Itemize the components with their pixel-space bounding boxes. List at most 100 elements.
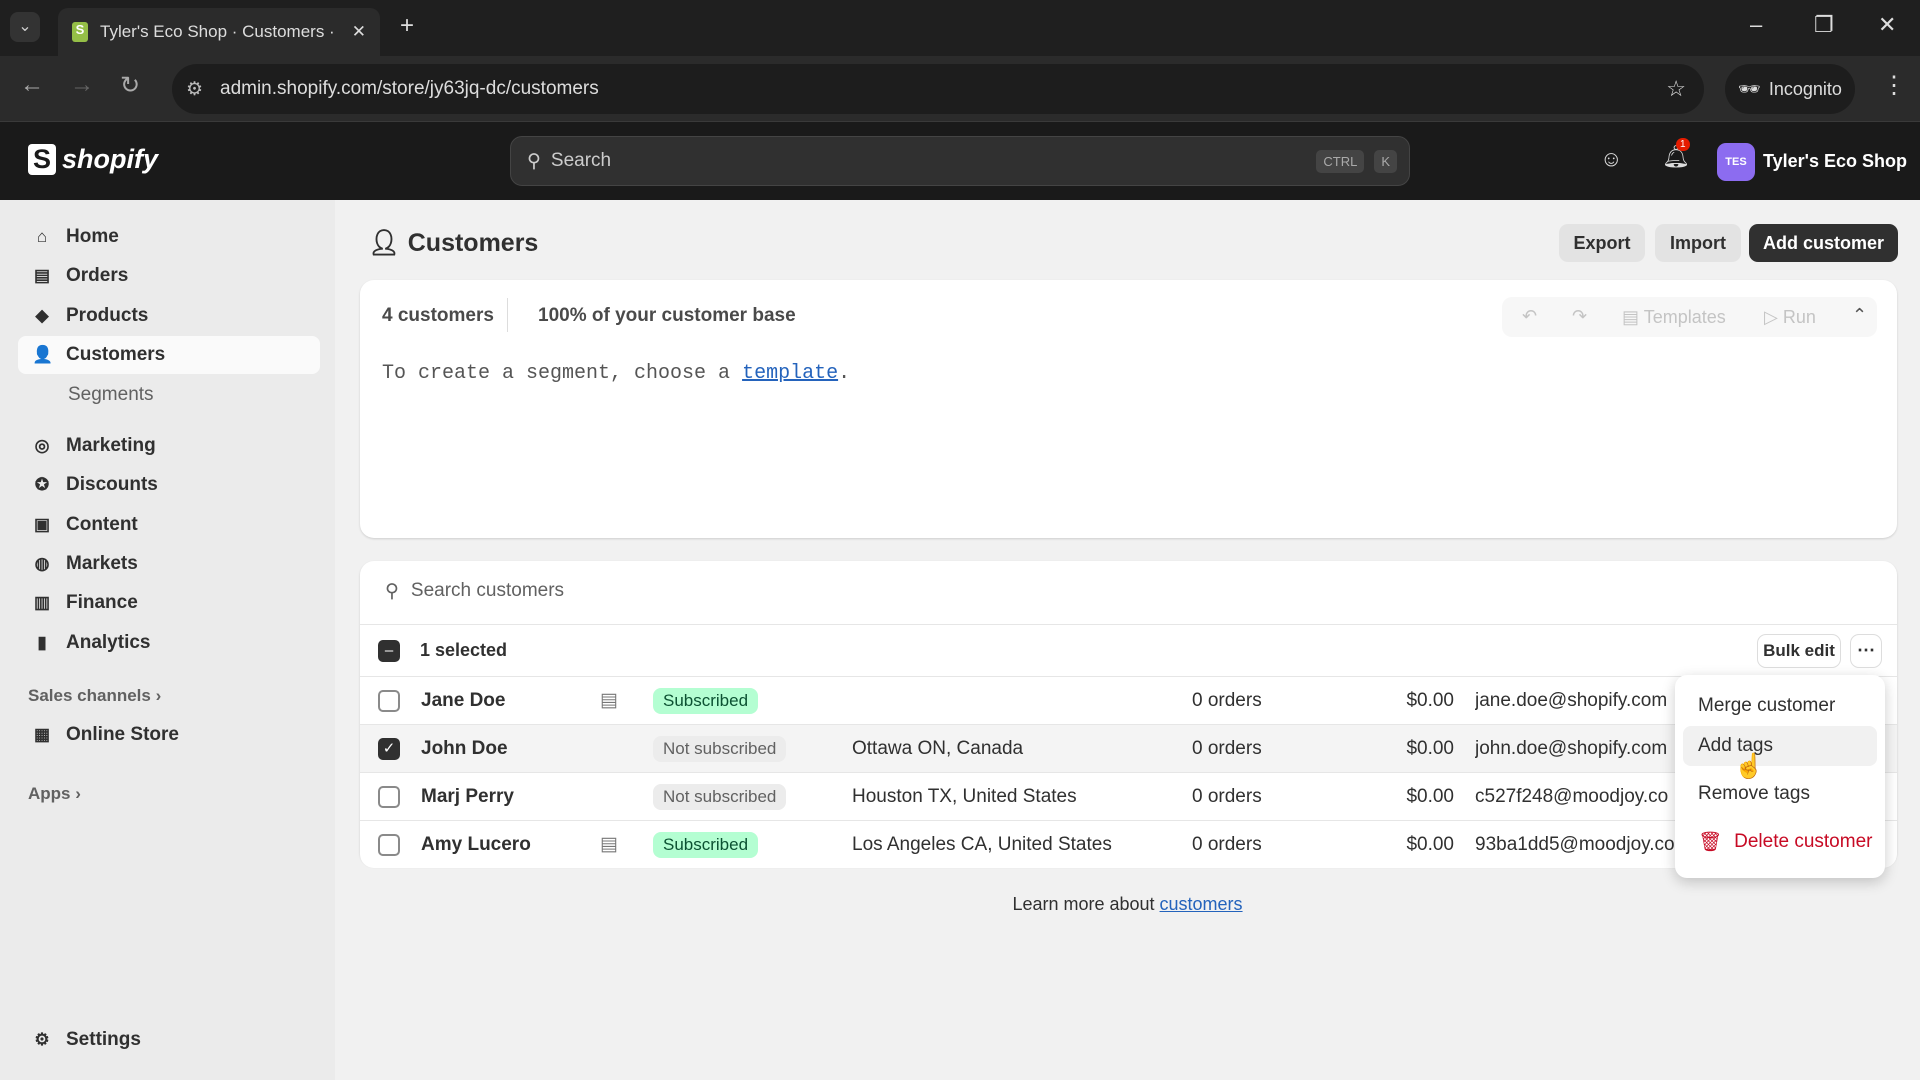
email: 93ba1dd5@moodjoy.co [1475, 834, 1677, 856]
menu-item-add-tags[interactable]: Add tags [1683, 726, 1877, 766]
store-avatar[interactable]: TES [1717, 143, 1755, 181]
label: Markets [66, 553, 138, 575]
more-actions-menu: Merge customer Add tags Remove tags 🗑︎De… [1675, 675, 1885, 878]
table-row[interactable]: ✓ John Doe Not subscribed Ottawa ON, Can… [360, 724, 1897, 772]
subscription-badge: Subscribed [653, 688, 758, 714]
url-field[interactable]: ⚙admin.shopify.com/store/jy63jq-dc/custo… [172, 64, 1704, 114]
restore-button[interactable]: ❐ [1814, 12, 1834, 38]
search-customers-input[interactable]: ⚲Search customers [385, 580, 564, 603]
email: jane.doe@shopify.com [1475, 690, 1677, 712]
segment-toolbar: ↶ ↷ ▤ Templates ▷ Run ⌃ [1502, 297, 1877, 337]
minimize-button[interactable]: – [1750, 12, 1762, 38]
learn-more-text: Learn more about [1012, 894, 1159, 914]
row-checkbox[interactable] [378, 786, 400, 808]
hint-end: . [838, 362, 850, 385]
label: Content [66, 514, 138, 536]
sidebar-item-content[interactable]: ▣Content [18, 506, 320, 544]
sidebar-item-online-store[interactable]: ▦ Online Store [18, 716, 320, 754]
close-tab-icon[interactable]: ✕ [352, 22, 366, 42]
browser-tab[interactable]: S Tyler's Eco Shop · Customers · S ✕ [58, 8, 380, 56]
sidebar-item-segments[interactable]: Segments [18, 376, 320, 414]
sidebar-item-analytics[interactable]: ▮Analytics [18, 624, 320, 662]
global-search-input[interactable]: ⚲SearchCTRLK [510, 136, 1410, 186]
menu-item-merge-customer[interactable]: Merge customer [1683, 686, 1877, 726]
order-count: 0 orders [1192, 786, 1262, 808]
sidebar-item-discounts[interactable]: ✪Discounts [18, 466, 320, 504]
sidebar-item-orders[interactable]: ▤Orders [18, 257, 320, 295]
add-customer-button[interactable]: Add customer [1749, 224, 1898, 262]
store-name[interactable]: Tyler's Eco Shop [1763, 151, 1907, 172]
redo-icon[interactable]: ↷ [1572, 306, 1587, 327]
email: c527f248@moodjoy.co [1475, 786, 1677, 808]
location: Houston TX, United States [852, 786, 1077, 808]
undo-icon[interactable]: ↶ [1522, 306, 1537, 327]
select-all-checkbox[interactable]: – [378, 640, 400, 662]
back-icon[interactable]: ← [20, 71, 44, 99]
sidebar-item-home[interactable]: ⌂ Home [18, 218, 320, 256]
row-checkbox[interactable]: ✓ [378, 738, 400, 760]
export-button[interactable]: Export [1559, 224, 1645, 262]
label: Apps [28, 784, 71, 803]
tab-list-button[interactable]: ⌄ [10, 12, 40, 42]
shopify-logo[interactable]: Sshopify [28, 144, 158, 175]
segment-query-editor[interactable]: To create a segment, choose a template. [382, 362, 850, 385]
close-window-button[interactable]: ✕ [1878, 12, 1896, 38]
reload-icon[interactable]: ↻ [120, 71, 140, 100]
subscription-badge: Subscribed [653, 832, 758, 858]
browser-menu-icon[interactable]: ⋮ [1882, 71, 1906, 100]
title-text: Customers [408, 229, 539, 258]
apps-heading[interactable]: Apps › [28, 784, 81, 804]
subscription-badge: Not subscribed [653, 784, 786, 810]
sidekick-icon[interactable]: ☺ [1600, 146, 1622, 172]
label: Sales channels [28, 686, 151, 705]
forward-icon[interactable]: → [70, 71, 94, 99]
table-row[interactable]: Marj Perry Not subscribed Houston TX, Un… [360, 772, 1897, 820]
sidebar-item-finance[interactable]: ▥Finance [18, 584, 320, 622]
sales-channels-heading[interactable]: Sales channels › [28, 686, 161, 706]
label: Run [1783, 307, 1816, 327]
bulk-edit-button[interactable]: Bulk edit [1757, 634, 1841, 668]
customer-name[interactable]: John Doe [421, 738, 508, 760]
location: Ottawa ON, Canada [852, 738, 1023, 760]
home-icon: ⌂ [32, 227, 52, 247]
label: Analytics [66, 632, 150, 654]
template-link[interactable]: template [742, 362, 838, 385]
site-info-icon[interactable]: ⚙ [186, 78, 203, 101]
note-icon: ▤ [600, 833, 618, 856]
label: Marketing [66, 435, 156, 457]
sidebar-item-customers[interactable]: 👤Customers [18, 336, 320, 374]
order-count: 0 orders [1192, 690, 1262, 712]
customer-name[interactable]: Marj Perry [421, 786, 514, 808]
sidebar-item-settings[interactable]: ⚙ Settings [18, 1021, 320, 1059]
note-icon: ▤ [600, 689, 618, 712]
customer-name[interactable]: Amy Lucero [421, 834, 531, 856]
customers-help-link[interactable]: customers [1160, 894, 1243, 914]
templates-button[interactable]: ▤ Templates [1622, 307, 1726, 328]
settings-gear-icon: ⚙ [32, 1030, 52, 1050]
sidebar-item-markets[interactable]: ◍Markets [18, 545, 320, 583]
more-actions-button[interactable]: ⋯ [1850, 634, 1882, 668]
bookmark-star-icon[interactable]: ☆ [1666, 76, 1686, 102]
new-tab-button[interactable]: + [400, 12, 414, 40]
label: Home [66, 226, 119, 248]
row-checkbox[interactable] [378, 834, 400, 856]
import-button[interactable]: Import [1655, 224, 1741, 262]
run-button[interactable]: ▷ Run [1764, 307, 1816, 328]
row-checkbox[interactable] [378, 690, 400, 712]
table-row[interactable]: Jane Doe ▤ Subscribed 0 orders $0.00 jan… [360, 676, 1897, 724]
amount-spent: $0.00 [1394, 834, 1454, 856]
store-icon: ▦ [32, 725, 52, 745]
collapse-chevron-icon[interactable]: ⌃ [1852, 305, 1867, 326]
notifications-bell-icon[interactable]: 🔔︎1 [1662, 144, 1690, 170]
table-row[interactable]: Amy Lucero ▤ Subscribed Los Angeles CA, … [360, 820, 1897, 868]
page-title: 👤︎Customers [368, 229, 538, 258]
menu-item-delete-customer[interactable]: 🗑︎Delete customer [1683, 822, 1877, 862]
incognito-badge[interactable]: 🕶Incognito [1725, 64, 1855, 114]
menu-item-remove-tags[interactable]: Remove tags [1683, 774, 1877, 814]
sidebar-item-products[interactable]: ◆Products [18, 297, 320, 335]
customer-name[interactable]: Jane Doe [421, 690, 505, 712]
sidebar-item-marketing[interactable]: ◎Marketing [18, 427, 320, 465]
incognito-label: Incognito [1769, 79, 1842, 100]
label: Settings [66, 1029, 141, 1051]
label: Online Store [66, 724, 179, 746]
